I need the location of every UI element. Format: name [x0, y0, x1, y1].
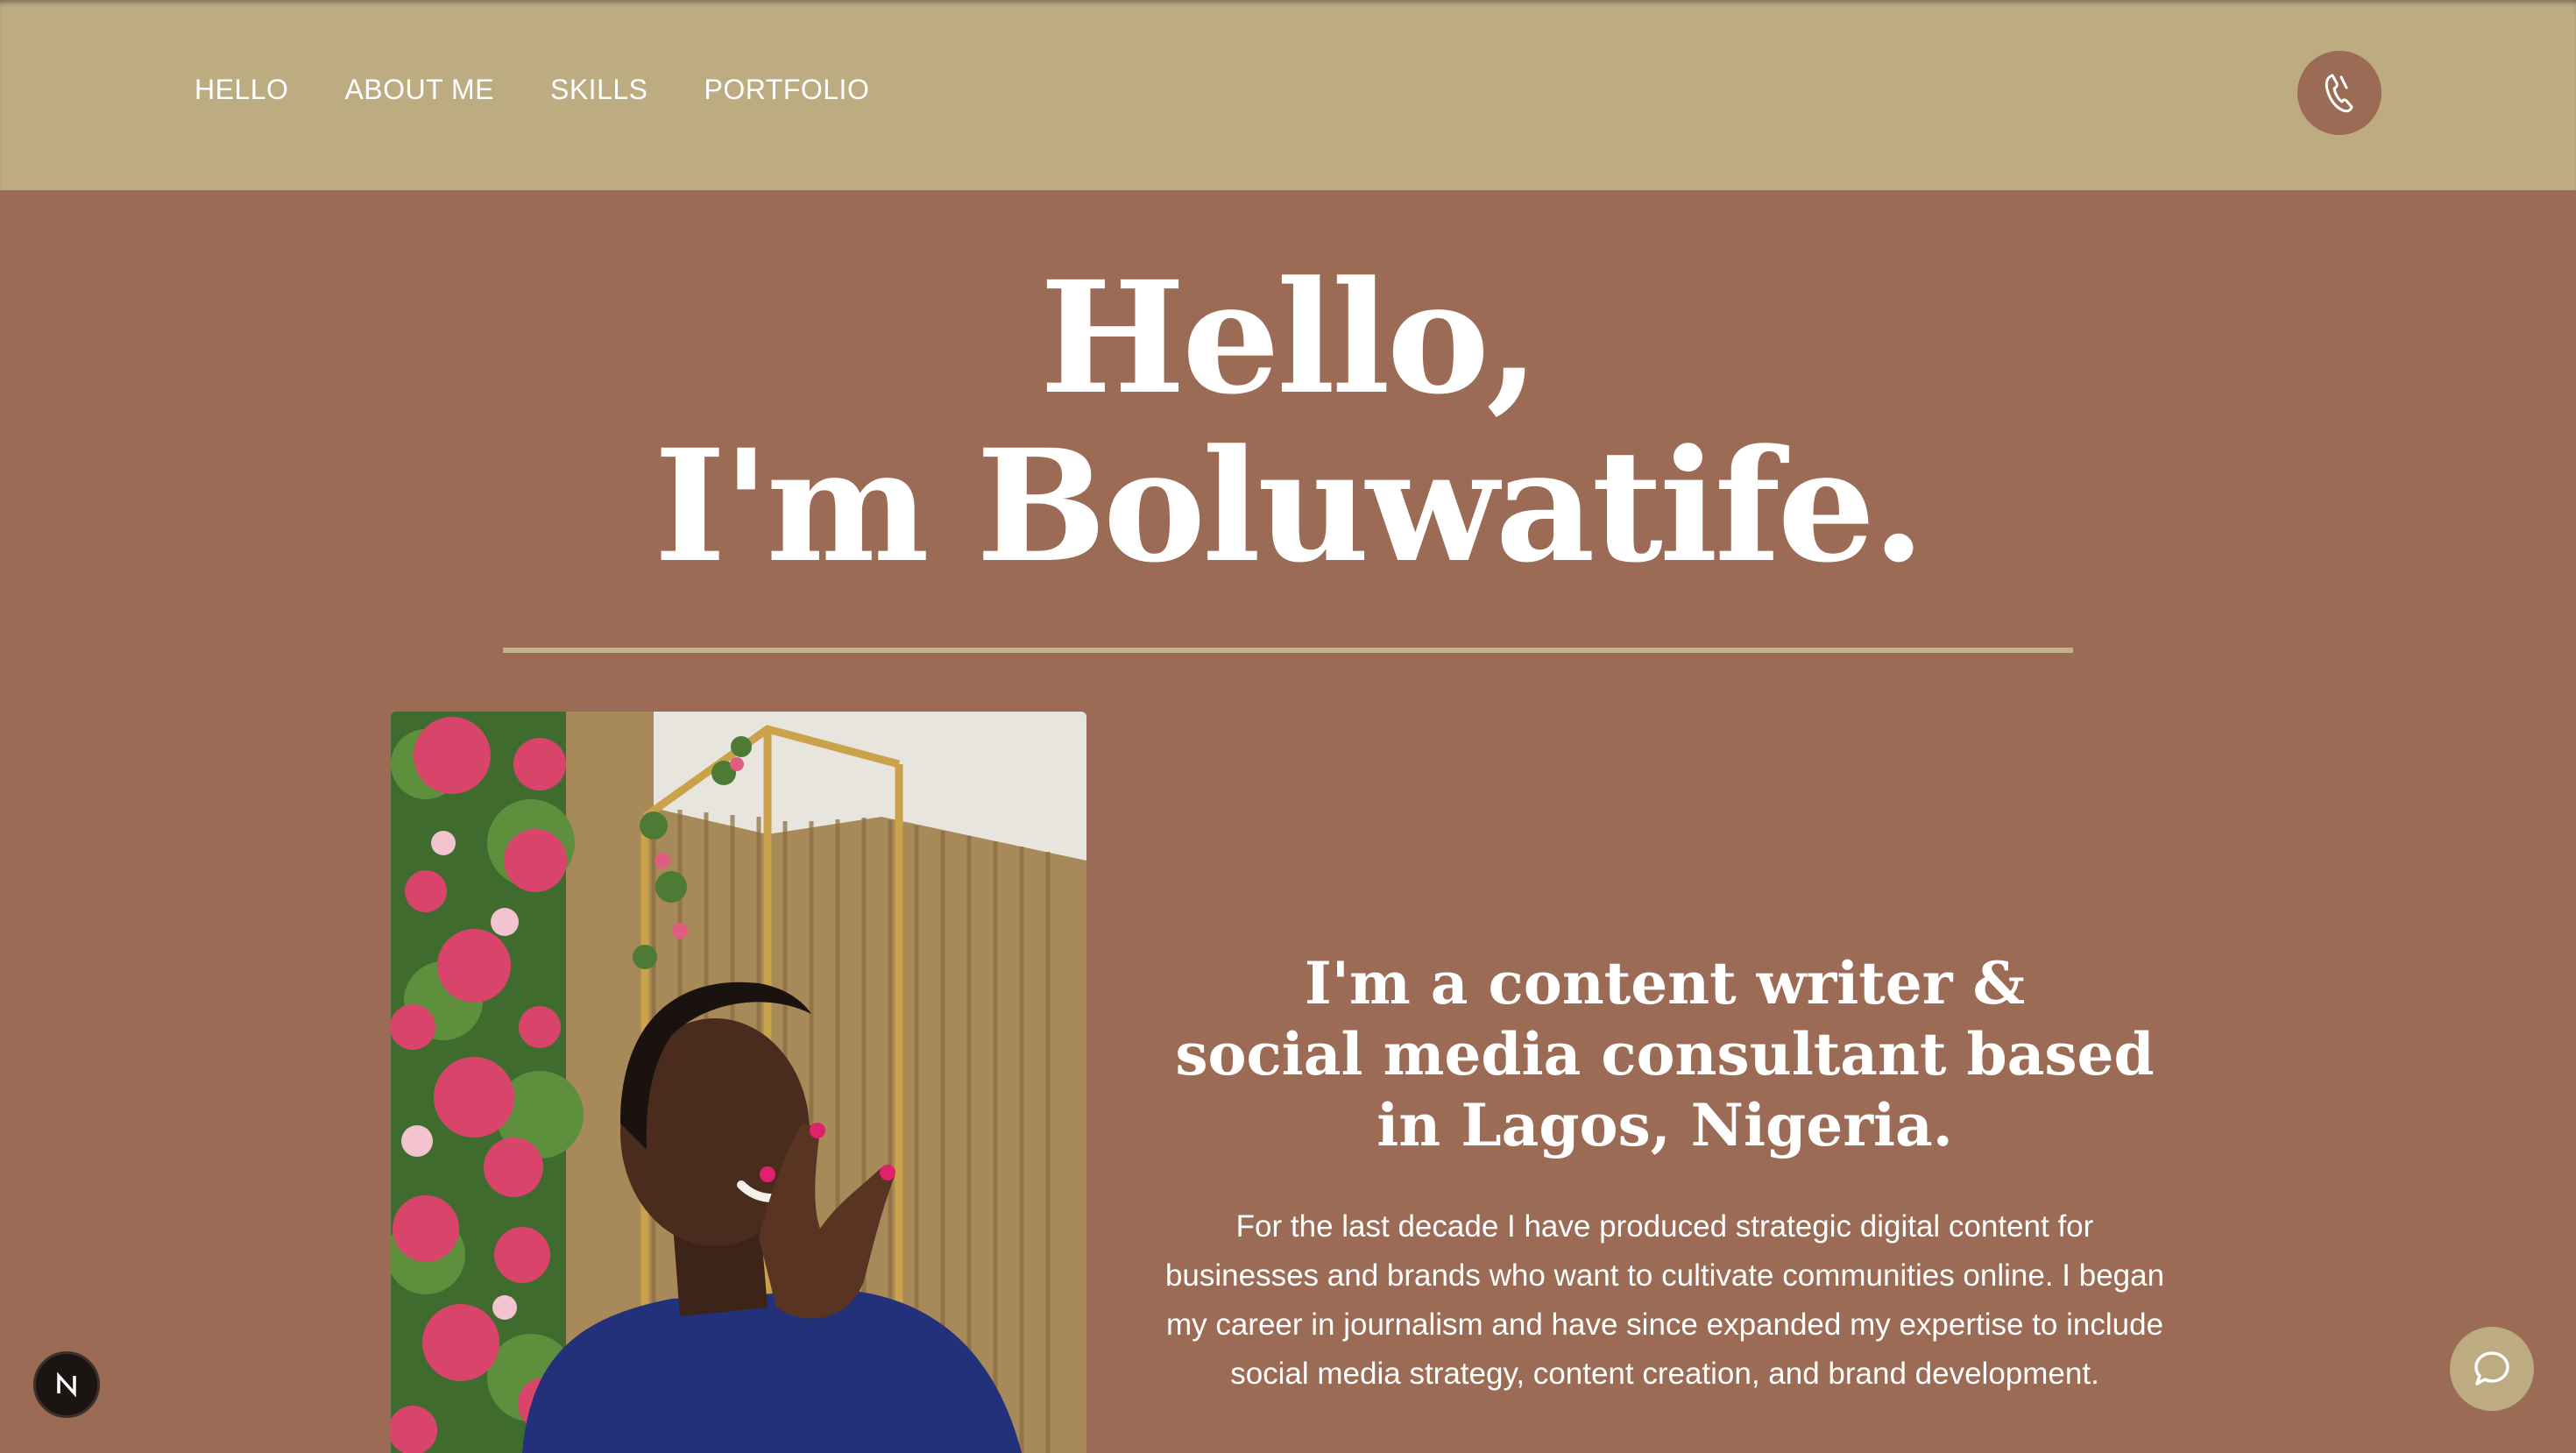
profile-photo [391, 712, 1086, 1453]
subhead-line-1: I'm a content writer & [1304, 949, 2026, 1017]
hero-title: Hello, I'm Boluwatife. [0, 254, 2576, 591]
nav-portfolio[interactable]: PORTFOLIO [704, 74, 870, 106]
site-header: HELLO ABOUT ME SKILLS PORTFOLIO [0, 0, 2576, 190]
nav-about-me[interactable]: ABOUT ME [344, 74, 494, 106]
about-bio: For the last decade I have produced stra… [1139, 1202, 2190, 1399]
phone-button[interactable] [2297, 51, 2381, 135]
chat-bubble-icon [2474, 1351, 2509, 1386]
bio-line-2: businesses and brands who want to cultiv… [1164, 1258, 2165, 1293]
chat-button[interactable] [2450, 1327, 2534, 1411]
main-nav: HELLO ABOUT ME SKILLS PORTFOLIO [195, 74, 869, 106]
phone-icon [2325, 74, 2353, 113]
bio-line-3: my career in journalism and have since e… [1165, 1308, 2164, 1342]
nav-skills[interactable]: SKILLS [550, 74, 648, 106]
hero-line-1: Hello, [1039, 247, 1540, 429]
hero-divider [503, 648, 2073, 653]
n-logo-icon [57, 1371, 76, 1398]
hero-line-2: I'm Boluwatife. [654, 415, 1925, 597]
nav-hello[interactable]: HELLO [195, 74, 288, 106]
about-subheading: I'm a content writer & social media cons… [1086, 948, 2243, 1161]
subhead-line-3: in Lagos, Nigeria. [1376, 1091, 1953, 1159]
subhead-line-2: social media consultant based [1175, 1020, 2155, 1088]
bio-line-1: For the last decade I have produced stra… [1235, 1209, 2094, 1244]
bio-line-4: social media strategy, content creation,… [1230, 1357, 2099, 1391]
nextjs-dev-badge[interactable] [33, 1351, 100, 1418]
